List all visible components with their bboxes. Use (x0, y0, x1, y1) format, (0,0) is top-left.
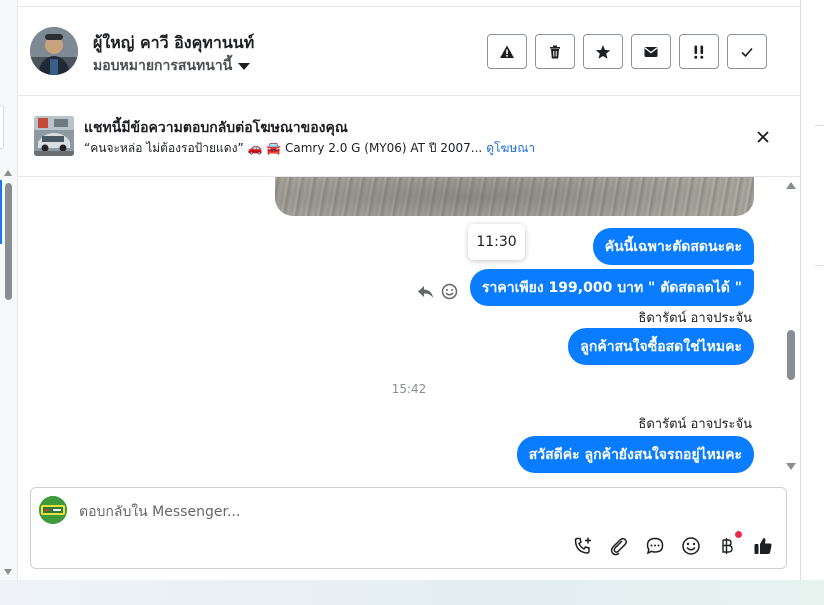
emoji-icon (681, 536, 700, 555)
message-bubble[interactable]: สวัสดีค่ะ ลูกค้ายังสนใจรถอยู่ไหมคะ (516, 436, 754, 473)
notification-dot (735, 531, 742, 538)
time-tooltip: 11:30 (468, 224, 525, 260)
priority-button[interactable] (679, 34, 719, 69)
reply-icon[interactable] (417, 284, 435, 300)
emoji-button[interactable] (680, 535, 701, 556)
sender-name: ธิดารัตน์ อาจประจัน (638, 417, 752, 432)
reply-input[interactable]: ตอบกลับใน Messenger... (79, 501, 679, 523)
message-thread: คันนี้เฉพาะตัดสดนะคะ 11:30 ราคาเพียง 199… (18, 177, 800, 480)
mark-spam-button[interactable] (487, 34, 527, 69)
background-bottom (0, 580, 824, 605)
thread-scroll-up-arrow[interactable] (786, 182, 796, 189)
conversation-panel: ผู้ใหญ่ คาวี อิงคุทานนท์ มอบหมายการสนทนา… (18, 0, 800, 580)
envelope-icon (644, 46, 658, 57)
message-bubble[interactable]: คันนี้เฉพาะตัดสดนะคะ (592, 228, 754, 265)
left-list-strip (0, 0, 18, 580)
paperclip-icon (610, 537, 627, 555)
composer-tools (572, 531, 773, 556)
header-actions (487, 34, 767, 69)
mark-done-button[interactable] (727, 34, 767, 69)
ad-reply-banner: แชทนี้มีข้อความตอบกลับต่อโฆษณาของคุณ “คน… (18, 97, 800, 177)
ad-description: “คนจะหล่อ ไม่ต้องรอป้ายแดง” 🚗 🚘 Camry 2.… (84, 141, 483, 155)
trash-icon (550, 45, 560, 58)
image-attachment[interactable] (275, 177, 754, 216)
selected-indicator (0, 180, 2, 244)
call-button[interactable] (572, 535, 593, 556)
scroll-down-arrow[interactable] (4, 569, 12, 575)
payment-button[interactable] (716, 531, 742, 556)
thumbs-up-icon (754, 537, 772, 554)
close-banner-button[interactable] (753, 127, 773, 147)
baht-icon (721, 537, 733, 554)
conversation-header: ผู้ใหญ่ คาวี อิงคุทานนท์ มอบหมายการสนทนา… (18, 6, 800, 96)
message-bubble[interactable]: ราคาเพียง 199,000 บาท " ตัดสดลดได้ " (470, 269, 754, 306)
attach-button[interactable] (608, 535, 629, 556)
ad-banner-title: แชทนี้มีข้อความตอบกลับต่อโฆษณาของคุณ (84, 120, 348, 136)
like-button[interactable] (752, 535, 773, 556)
list-item-edge[interactable] (0, 105, 4, 149)
background-right-panel (800, 0, 824, 580)
close-icon (757, 131, 769, 143)
delete-button[interactable] (535, 34, 575, 69)
react-emoji-icon[interactable] (441, 283, 458, 300)
check-icon (741, 47, 753, 57)
contact-name: ผู้ใหญ่ คาวี อิงคุทานนท์ (93, 33, 255, 52)
priority-icon (694, 45, 704, 59)
thread-scrollbar-thumb[interactable] (787, 330, 795, 380)
caret-down-icon (238, 62, 251, 70)
scroll-up-arrow[interactable] (4, 170, 12, 176)
mark-unread-button[interactable] (631, 34, 671, 69)
star-icon (595, 44, 611, 59)
reply-composer: ตอบกลับใน Messenger... (30, 487, 787, 569)
star-button[interactable] (583, 34, 623, 69)
saved-replies-button[interactable] (644, 535, 665, 556)
message-bubble[interactable]: ลูกค้าสนใจซื้อสดใช่ไหมคะ (568, 328, 754, 365)
assign-conversation-dropdown[interactable]: มอบหมายการสนทนานี้ (93, 55, 251, 77)
page-avatar (39, 496, 67, 524)
sender-name: ธิดารัตน์ อาจประจัน (638, 311, 752, 326)
thread-scroll-down-arrow[interactable] (786, 463, 796, 470)
view-ad-link[interactable]: ดูโฆษณา (486, 139, 535, 158)
assign-conversation-label: มอบหมายการสนทนานี้ (93, 58, 233, 74)
warning-icon (500, 45, 514, 58)
phone-add-icon (574, 537, 591, 554)
ad-thumbnail[interactable] (34, 116, 74, 156)
chat-bubble-icon (646, 537, 663, 554)
contact-avatar[interactable] (30, 27, 78, 75)
message-hover-actions (417, 283, 458, 300)
list-scrollbar-thumb[interactable] (5, 183, 12, 300)
ad-banner-description-row: “คนจะหล่อ ไม่ต้องรอป้ายแดง” 🚗 🚘 Camry 2.… (84, 139, 535, 158)
message-timestamp: 15:42 (391, 382, 427, 396)
